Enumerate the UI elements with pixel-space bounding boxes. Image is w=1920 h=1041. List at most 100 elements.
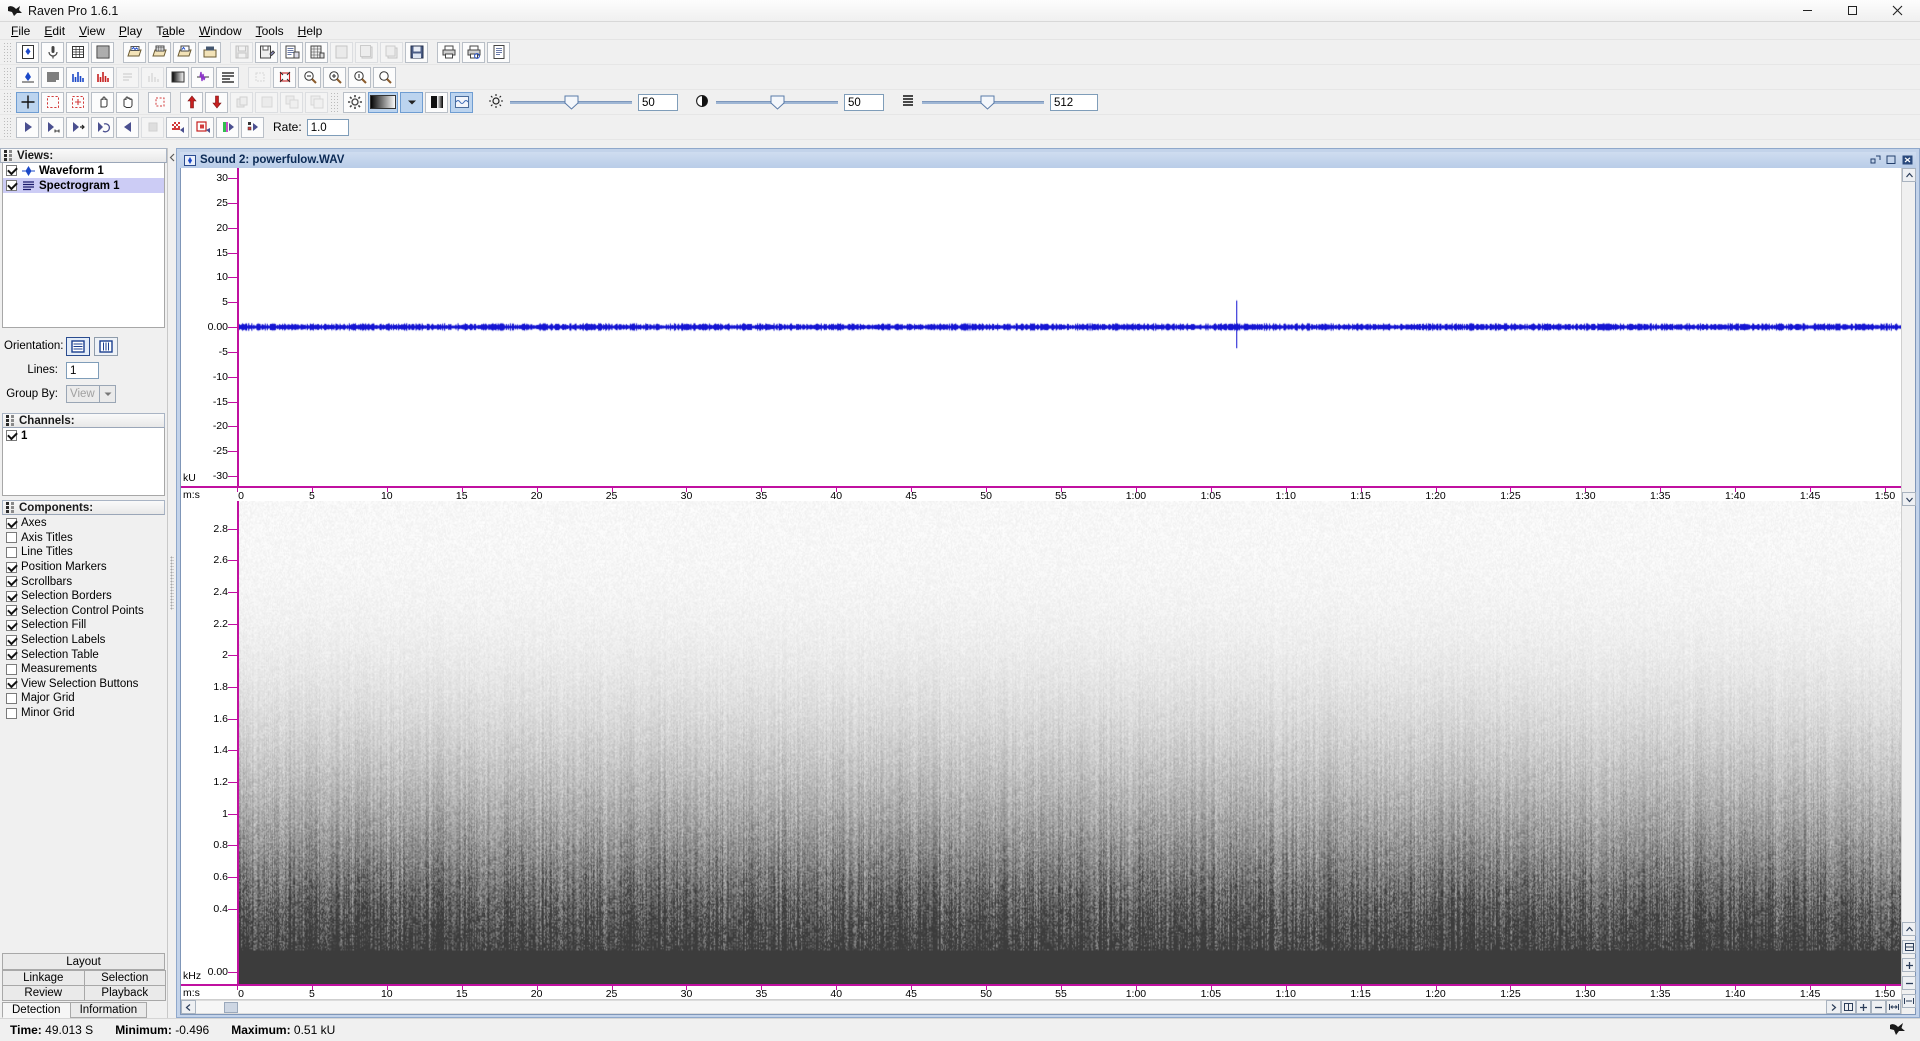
spectrogram-zoom-full-button[interactable] [1902,994,1916,1008]
group-selection-button[interactable] [305,91,328,113]
rate-input[interactable]: 1.0 [306,118,349,136]
toolbar-grip[interactable] [3,92,12,112]
save-selection-table-button[interactable] [280,41,303,63]
spectrogram-slice-button[interactable] [191,66,214,88]
zoom-full-time-button[interactable] [1886,1000,1901,1014]
spectrogram-fit-button[interactable] [1902,940,1916,954]
views-item-checkbox[interactable] [6,165,17,176]
play-to-end-button[interactable] [66,116,89,138]
components-item[interactable]: Line Titles [2,545,165,560]
layout-header[interactable]: Layout [2,953,165,970]
zoom-x-out-button[interactable] [323,66,346,88]
components-item[interactable]: Selection Borders [2,589,165,604]
components-item[interactable]: Scrollbars [2,574,165,589]
menu-tools[interactable]: Tools [249,23,291,39]
layout-tab-review[interactable]: Review [2,985,85,1001]
scroll-right-button[interactable] [1826,1000,1841,1014]
sound-window-close-button[interactable] [1900,154,1914,167]
components-item-checkbox[interactable] [6,707,17,719]
spectrogram-zoom-in-button[interactable] [1902,958,1916,972]
chevron-down-icon[interactable] [400,91,423,113]
save-sound-table-button[interactable] [305,41,328,63]
zoom-out-time-button[interactable] [1871,1000,1886,1014]
components-item[interactable]: Major Grid [2,691,165,706]
tab-detection[interactable]: Detection [2,1002,71,1018]
components-item[interactable]: Selection Table [2,647,165,662]
print-preview-button[interactable] [462,41,485,63]
waveform-overlay-button[interactable] [450,91,473,113]
components-item-checkbox[interactable] [6,590,17,602]
chevron-down-icon[interactable] [100,385,116,403]
layout-tab-selection[interactable]: Selection [83,970,166,986]
contrast-slider[interactable] [716,94,838,110]
panel-drag-grip[interactable] [5,415,16,426]
pointer-hand-tool-button[interactable] [91,91,114,113]
scroll-track[interactable] [196,1000,1826,1014]
new-sound-table-button[interactable] [91,41,114,63]
fft-size-slider[interactable] [922,94,1044,110]
zoom-x-in-button[interactable] [298,66,321,88]
save-sound-as-button[interactable] [255,41,278,63]
spectrogram-scroll-up-button[interactable] [1902,922,1916,936]
remove-view-button-2[interactable] [141,66,164,88]
waveform-view[interactable]: kU 30 25 20 15 10 5 0.00 -5 -10 -15 -20 -25 -30 [181,168,1901,486]
views-item-spectrogram-1[interactable]: Spectrogram 1 [3,178,164,193]
annotate-selection-tool-button[interactable] [66,91,89,113]
components-item[interactable]: Axis Titles [2,531,165,546]
toolbar-grip[interactable] [330,92,339,112]
play-checker-button[interactable] [166,116,189,138]
components-item-checkbox[interactable] [6,605,17,617]
components-item-checkbox[interactable] [6,619,17,631]
gear-icon[interactable] [343,91,366,113]
components-item-checkbox[interactable] [6,517,17,529]
move-selection-up-button[interactable] [180,91,203,113]
zoom-in-time-button[interactable] [1856,1000,1871,1014]
paste-selection-button[interactable] [255,91,278,113]
play-green-bar-button[interactable] [216,116,239,138]
scroll-thumb[interactable] [224,1002,238,1013]
components-item[interactable]: View Selection Buttons [2,677,165,692]
panel-drag-grip[interactable] [3,150,14,161]
copy-selection-button[interactable] [230,91,253,113]
fit-window-button[interactable] [1841,1000,1856,1014]
close-button[interactable] [1875,0,1920,22]
move-selection-down-button[interactable] [205,91,228,113]
contrast-value[interactable]: 50 [844,93,884,111]
new-sound-window-button[interactable] [16,41,39,63]
open-workspace-button[interactable] [198,41,221,63]
colormap-preview-button[interactable] [368,91,398,113]
components-item-checkbox[interactable] [6,532,17,544]
zoom-all-button[interactable] [273,66,296,88]
crosshair-tool-button[interactable] [16,91,39,113]
sound-window-restore-button[interactable] [1868,154,1882,167]
collapse-arrow-icon[interactable] [168,152,176,162]
stop-button[interactable] [141,116,164,138]
scroll-left-button[interactable] [181,1000,196,1014]
components-item[interactable]: Minor Grid [2,706,165,721]
save-all-button-3[interactable] [380,41,403,63]
minimize-button[interactable] [1785,0,1830,22]
tab-information[interactable]: Information [69,1002,148,1018]
add-spectrum-view-button[interactable] [66,66,89,88]
group-by-select[interactable]: View [66,385,116,403]
components-item-checkbox[interactable] [6,678,17,690]
components-item[interactable]: Measurements [2,662,165,677]
toolbar-grip[interactable] [3,42,12,62]
components-item-checkbox[interactable] [6,663,17,675]
spectrogram-plot[interactable] [237,501,1901,984]
components-item[interactable]: Selection Labels [2,633,165,648]
open-sound-table-button[interactable] [173,41,196,63]
views-item-checkbox[interactable] [6,180,17,191]
play-button[interactable] [16,116,39,138]
record-button[interactable] [41,41,64,63]
views-item-waveform-1[interactable]: Waveform 1 [3,163,164,178]
page-setup-button[interactable] [487,41,510,63]
channel-checkbox[interactable] [6,430,17,441]
contrast-mode-button[interactable] [425,91,448,113]
layout-tab-linkage[interactable]: Linkage [2,970,85,986]
open-selection-table-button[interactable] [148,41,171,63]
print-button[interactable] [437,41,460,63]
zoom-y-out-button[interactable] [373,66,396,88]
menu-edit[interactable]: Edit [37,23,72,39]
brightness-slider[interactable] [510,94,632,110]
